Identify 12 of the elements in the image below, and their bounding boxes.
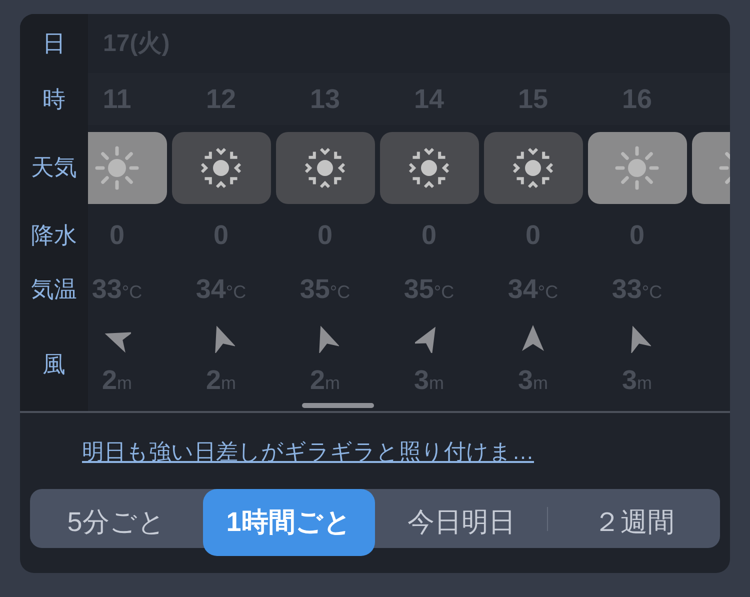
mode-tab[interactable]: 5分ごと xyxy=(59,489,174,556)
row-label: 降水 xyxy=(31,220,77,250)
mode-tab[interactable]: ２週間 xyxy=(585,489,682,556)
row-label: 天気 xyxy=(31,153,77,182)
scroll-indicator xyxy=(302,403,374,408)
mode-tab[interactable]: 今日明日 xyxy=(399,489,524,556)
row-label: 気温 xyxy=(31,274,77,304)
mode-tab[interactable]: 1時間ごと xyxy=(202,489,375,556)
forecast-link[interactable]: 明日も強い日差しがギラギラと照り付けま… xyxy=(82,434,534,468)
row-label: 日 xyxy=(42,29,66,58)
row-label: 時 xyxy=(42,84,66,114)
row-label: 風 xyxy=(42,350,66,379)
